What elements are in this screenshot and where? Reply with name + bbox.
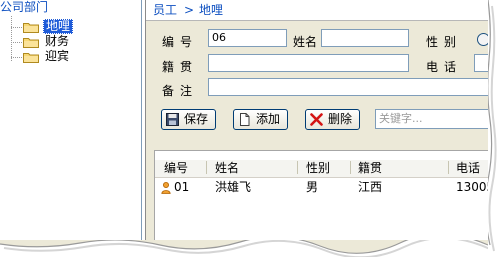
tree-item-label: 财务 [45,34,70,48]
note-label: 备注 [162,84,199,98]
note-field[interactable] [208,78,494,96]
floppy-disk-icon [166,113,179,126]
column-header-name[interactable]: 姓名 [215,162,239,175]
phone-label: 电话 [426,60,463,74]
delete-button[interactable]: 删除 [305,109,360,130]
employee-panel: 员工 > 地哩 编号 06 姓名 性别 籍贯 电话 备注 保存 添加 删除 关键… [145,0,499,243]
cell-origin: 江西 [358,180,383,194]
column-divider[interactable] [448,161,449,174]
breadcrumb-current: 地哩 [199,3,224,17]
cell-id: 01 [174,180,190,194]
column-divider[interactable] [350,161,351,174]
person-icon [161,182,171,194]
add-button[interactable]: 添加 [233,109,288,130]
save-button[interactable]: 保存 [161,109,216,130]
breadcrumb: 员工 > 地哩 [146,0,499,21]
cell-gender: 男 [306,180,319,194]
app-window: 公司部门 地哩 财务 迎宾 员工 > 地哩 编号 06 姓名 性别 籍贯 电话 … [0,0,499,257]
department-tree[interactable]: 公司部门 地哩 财务 迎宾 [0,0,142,242]
cell-name: 洪雄飞 [215,180,252,194]
delete-label: 删除 [328,112,353,126]
save-label: 保存 [184,112,209,126]
tree-root-label: 公司部门 [0,0,49,14]
breadcrumb-separator: > [184,3,195,17]
origin-label: 籍贯 [162,60,199,74]
id-field[interactable]: 06 [208,29,287,47]
red-x-icon [310,113,323,126]
column-divider[interactable] [297,161,298,174]
add-label: 添加 [256,112,281,126]
screenshot-edge [0,240,499,257]
column-header-origin[interactable]: 籍贯 [358,162,382,175]
breadcrumb-section[interactable]: 员工 [153,4,177,17]
column-header-gender[interactable]: 性别 [306,162,330,175]
tree-item-label: 地哩 [43,19,74,34]
column-divider[interactable] [206,161,207,174]
screenshot-edge [488,0,499,257]
name-field[interactable] [321,29,409,47]
column-header-id[interactable]: 编号 [164,162,188,175]
origin-field[interactable] [208,54,409,72]
column-header-phone[interactable]: 电话 [456,162,480,175]
search-input[interactable]: 关键字... [375,109,494,129]
new-document-icon [240,113,250,126]
folder-icon [23,38,39,48]
folder-icon [23,23,39,33]
employee-table: 编号 姓名 性别 籍贯 电话 01 洪雄飞 男 江西 13005 [154,150,499,243]
name-label: 姓名 [293,35,318,49]
id-label: 编号 [162,35,199,49]
folder-icon [23,53,39,63]
gender-label: 性别 [426,35,463,49]
tree-item-label: 迎宾 [45,49,70,63]
